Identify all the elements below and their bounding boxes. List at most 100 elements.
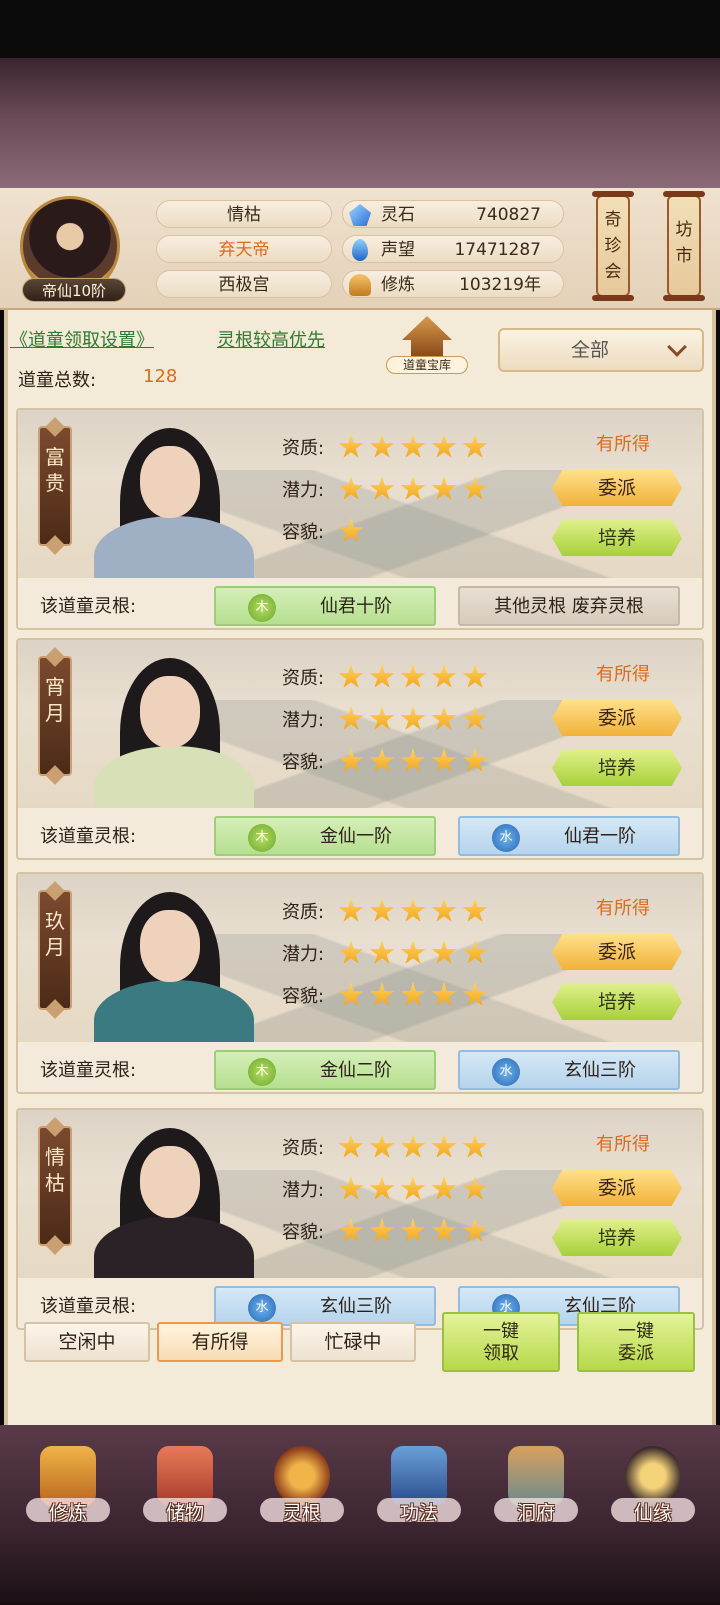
apprentice-name-plate: 玖月 — [38, 890, 72, 1010]
apprentice-name-plate: 富贵 — [38, 426, 72, 546]
star-icon — [400, 706, 426, 730]
looks-stars — [338, 518, 369, 548]
star-icon — [400, 476, 426, 500]
treasure-auction-label: 奇珍会 — [604, 210, 622, 282]
star-icon — [338, 982, 364, 1006]
assign-button[interactable]: 委派 — [552, 700, 682, 736]
nav-label: 功法 — [399, 1502, 438, 1524]
scripture-book-icon — [391, 1446, 447, 1506]
nav-item[interactable]: 储物 — [139, 1440, 231, 1540]
star-icon — [431, 982, 457, 1006]
aptitude-stars — [338, 1134, 493, 1164]
filter-dropdown-value: 全部 — [570, 339, 609, 361]
spirit-root-label: 该道童灵根: — [40, 1060, 137, 1081]
nav-item[interactable]: 修炼 — [22, 1440, 114, 1540]
train-button[interactable]: 培养 — [552, 984, 682, 1020]
nav-item[interactable]: 灵根 — [256, 1440, 348, 1540]
element-water-icon: 水 — [248, 1294, 276, 1322]
star-icon — [369, 748, 395, 772]
filter-idle[interactable]: 空闲中 — [24, 1322, 150, 1362]
claim-settings-link[interactable]: 《道童领取设置》 — [10, 326, 154, 352]
assign-button[interactable]: 委派 — [552, 934, 682, 970]
star-icon — [431, 940, 457, 964]
total-label: 道童总数: — [18, 370, 97, 391]
looks-stars — [338, 748, 493, 778]
star-icon — [369, 1134, 395, 1158]
reputation-drop-icon — [352, 239, 368, 261]
nav-item[interactable]: 洞府 — [490, 1440, 582, 1540]
stat-label: 修炼 — [381, 275, 415, 295]
filter-busy[interactable]: 忙碌中 — [290, 1322, 416, 1362]
star-icon — [462, 1134, 488, 1158]
star-icon — [338, 434, 364, 458]
apprentice-portrait[interactable] — [78, 650, 278, 826]
spirit-root-tag: 木 金仙二阶 — [214, 1050, 436, 1090]
nav-label: 洞府 — [516, 1502, 555, 1524]
looks-stars — [338, 982, 493, 1012]
star-icon — [338, 664, 364, 688]
looks-label: 容貌: — [282, 522, 325, 543]
market-button[interactable]: 坊市 — [663, 191, 705, 301]
apprentice-portrait[interactable] — [78, 420, 278, 596]
star-icon — [431, 1218, 457, 1242]
star-icon — [462, 1218, 488, 1242]
apprentice-card: 宵月 资质: 潜力: 容貌: 有所得 委派 培养 该道童灵根: 木 金仙一阶 水 仙君… — [16, 638, 704, 860]
spirit-root-tag: 其他灵根 废弃灵根 — [458, 586, 680, 626]
filter-dropdown[interactable]: 全部 — [498, 328, 704, 372]
star-icon — [462, 706, 488, 730]
train-button[interactable]: 培养 — [552, 1220, 682, 1256]
aptitude-label: 资质: — [282, 1138, 325, 1159]
nav-item[interactable]: 功法 — [373, 1440, 465, 1540]
spirit-root-label: 该道童灵根: — [40, 826, 137, 847]
star-icon — [431, 748, 457, 772]
assign-button[interactable]: 委派 — [552, 1170, 682, 1206]
player-title: 弃天帝 — [156, 235, 332, 263]
assign-all-button[interactable]: 一键 委派 — [577, 1312, 695, 1372]
apprentice-portrait[interactable] — [78, 884, 278, 1060]
spirit-root-row: 该道童灵根: 木 仙君十阶 其他灵根 废弃灵根 — [18, 578, 702, 628]
nav-item[interactable]: 仙缘 — [607, 1440, 699, 1540]
reward-status: 有所得 — [596, 664, 650, 685]
claim-all-button[interactable]: 一键 领取 — [442, 1312, 560, 1372]
train-button[interactable]: 培养 — [552, 520, 682, 556]
assign-all-label: 一键 委派 — [618, 1321, 654, 1364]
filter-rewarded[interactable]: 有所得 — [157, 1322, 283, 1362]
spirit-root-row: 该道童灵根: 木 金仙一阶 水 仙君一阶 — [18, 808, 702, 858]
stat-value: 103219年 — [459, 275, 541, 295]
spirit-root-tag: 水 仙君一阶 — [458, 816, 680, 856]
potential-stars — [338, 1176, 493, 1206]
star-icon — [369, 706, 395, 730]
potential-label: 潜力: — [282, 480, 325, 501]
star-icon — [431, 664, 457, 688]
treasury-button[interactable]: 道童宝库 — [386, 316, 468, 378]
claim-all-label: 一键 领取 — [483, 1321, 519, 1364]
spirit-root-text: 玄仙三阶 — [564, 1060, 636, 1081]
spirit-root-tag: 水 玄仙三阶 — [214, 1286, 436, 1326]
element-wood-icon: 木 — [248, 594, 276, 622]
star-icon — [369, 1176, 395, 1200]
potential-stars — [338, 706, 493, 736]
stat-value: 740827 — [476, 205, 541, 225]
treasure-auction-button[interactable]: 奇珍会 — [592, 191, 634, 301]
apprentice-card: 情枯 资质: 潜力: 容貌: 有所得 委派 培养 该道童灵根: 水 玄仙三阶水 玄仙… — [16, 1108, 704, 1330]
looks-label: 容貌: — [282, 1222, 325, 1243]
spirit-root-text: 金仙二阶 — [320, 1060, 392, 1081]
star-icon — [400, 748, 426, 772]
apprentice-name-plate: 情枯 — [38, 1126, 72, 1246]
star-icon — [462, 940, 488, 964]
apprentice-portrait[interactable] — [78, 1120, 278, 1296]
cave-dwelling-icon — [508, 1446, 564, 1506]
potential-label: 潜力: — [282, 710, 325, 731]
priority-link[interactable]: 灵根较高优先 — [217, 326, 325, 352]
assign-button[interactable]: 委派 — [552, 470, 682, 506]
star-icon — [462, 982, 488, 1006]
apprentice-name: 宵月 — [45, 675, 65, 725]
star-icon — [400, 898, 426, 922]
reward-status: 有所得 — [596, 434, 650, 455]
storage-bag-icon — [157, 1446, 213, 1506]
train-button[interactable]: 培养 — [552, 750, 682, 786]
reward-status: 有所得 — [596, 1134, 650, 1155]
star-icon — [338, 748, 364, 772]
star-icon — [338, 476, 364, 500]
aptitude-label: 资质: — [282, 902, 325, 923]
